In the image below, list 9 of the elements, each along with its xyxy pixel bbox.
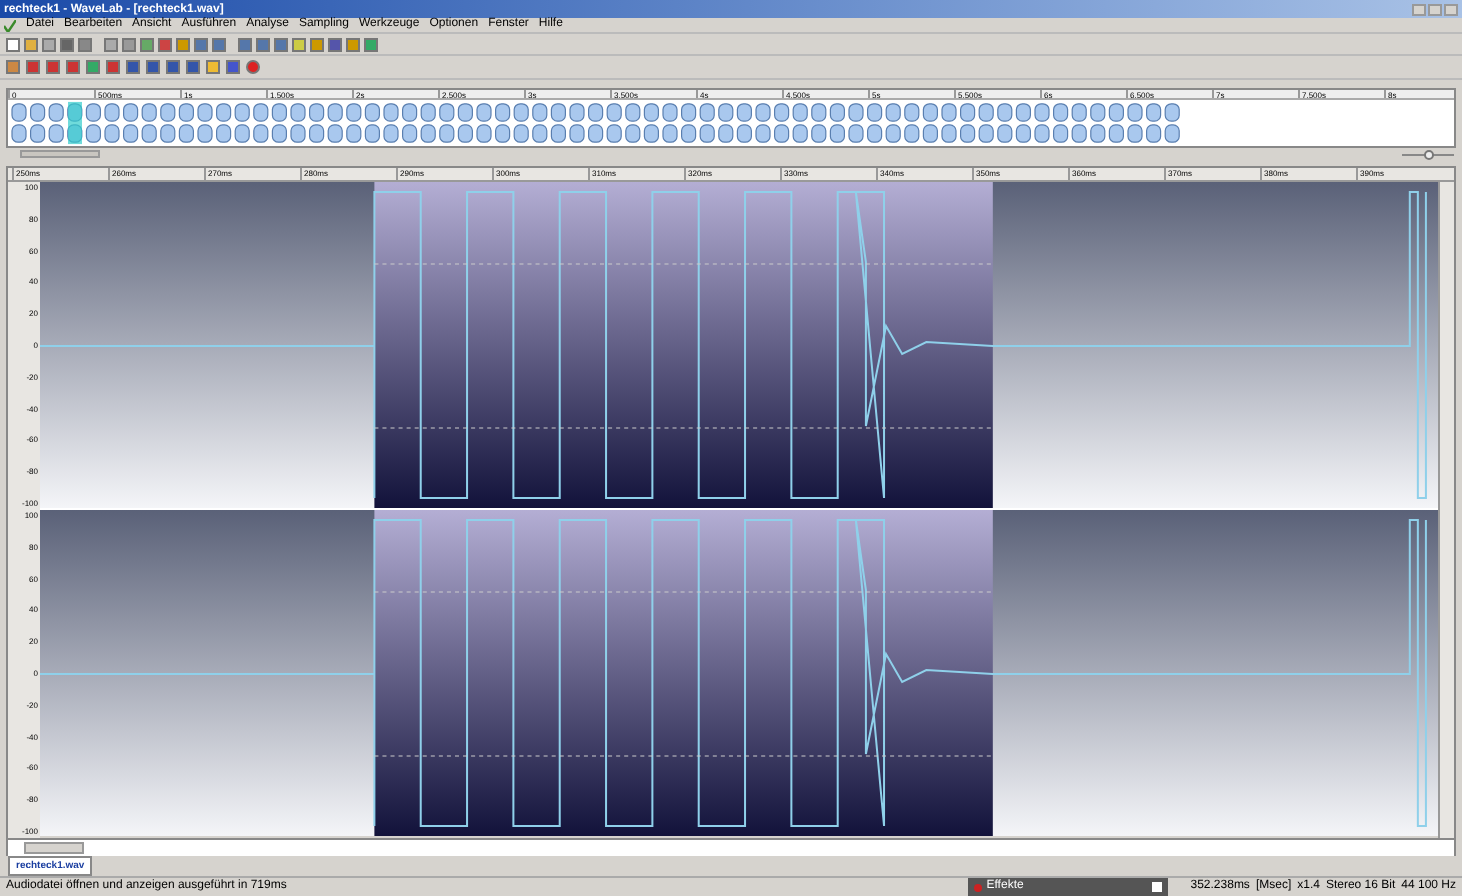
zoom-slider-thumb[interactable] <box>1423 149 1433 159</box>
scroll-thumb[interactable] <box>20 150 100 158</box>
maximize-button[interactable] <box>1428 3 1442 15</box>
horizontal-scrollbar[interactable] <box>24 842 84 854</box>
minimize-button[interactable] <box>1412 3 1426 15</box>
close-button[interactable] <box>1444 3 1458 15</box>
app-icon <box>4 19 16 31</box>
checkbox-icon[interactable] <box>1152 882 1163 892</box>
waveform-drawing[interactable] <box>40 182 1438 838</box>
